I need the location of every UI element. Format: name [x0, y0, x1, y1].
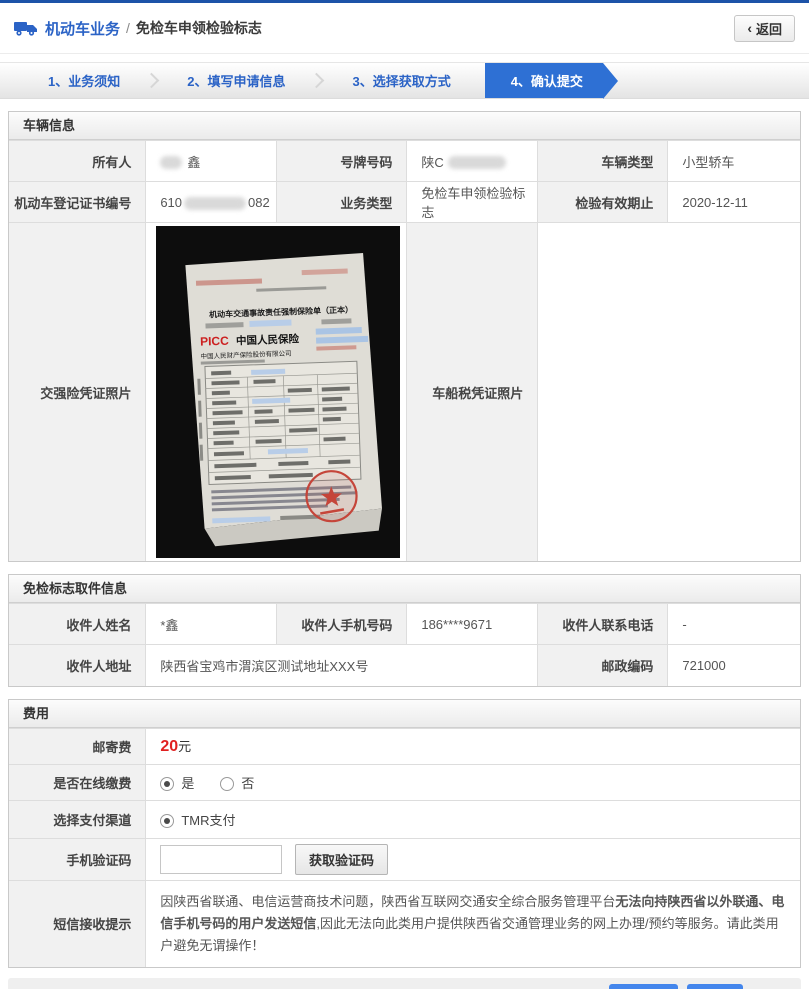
- recipient-address-value: 陕西省宝鸡市渭滨区测试地址XXX号: [145, 644, 539, 686]
- insurance-photo-cell: 机动车交通事故责任强制保险单（正本） PICC 中国人民保险 中国人民财产保险股…: [145, 222, 408, 561]
- vessel-tax-photo-cell-empty: [537, 222, 800, 561]
- table-row: 收件人地址 陕西省宝鸡市渭滨区测试地址XXX号 邮政编码 721000: [9, 644, 800, 686]
- vehicle-info-table: 所有人 鑫 号牌号码 陕C 车辆类型 小型轿车 机动车登记证书编号 610 082…: [9, 140, 800, 561]
- chevron-right-icon: [143, 72, 160, 89]
- pay-channel-options: TMR支付: [145, 799, 800, 839]
- radio-yes-label: 是: [181, 775, 195, 791]
- online-pay-label: 是否在线缴费: [9, 763, 147, 801]
- registration-cert-value: 610 082: [145, 181, 278, 223]
- pickup-info-section: 免检标志取件信息 收件人姓名 *鑫 收件人手机号码 186****9671 收件…: [8, 574, 801, 687]
- recipient-name-label: 收件人姓名: [9, 603, 147, 645]
- vessel-tax-photo-label: 车船税凭证照片: [406, 222, 539, 561]
- owner-label: 所有人: [9, 140, 147, 182]
- vehicle-section-title: 车辆信息: [9, 112, 800, 140]
- valid-until-value: 2020-12-11: [667, 181, 800, 223]
- page-header: 机动车业务 / 免检车申领检验标志 ‹ 返回: [0, 3, 809, 54]
- valid-until-label: 检验有效期止: [537, 181, 669, 223]
- sms-notice-label: 短信接收提示: [9, 879, 147, 967]
- plate-value: 陕C: [406, 140, 539, 182]
- get-sms-code-button[interactable]: 获取验证码: [294, 843, 388, 875]
- redaction-blur: [447, 155, 506, 169]
- breadcrumb-separator: /: [126, 20, 130, 36]
- page-title: 免检车申领检验标志: [135, 20, 262, 36]
- radio-tmr-pay[interactable]: [160, 813, 175, 828]
- radio-no-label: 否: [241, 775, 255, 791]
- table-row: 短信接收提示 因陕西省联通、电信运营商技术问题，陕西省互联网交通安全综合服务管理…: [9, 879, 800, 967]
- redaction-blur: [160, 155, 183, 169]
- breadcrumb-app: 机动车业务: [45, 20, 121, 38]
- step-2-fill-info: 2、填写申请信息: [187, 74, 286, 89]
- radio-yes[interactable]: [160, 776, 175, 791]
- postage-amount: 20: [160, 738, 179, 755]
- table-row: 交强险凭证照片 机动车交通事故责任强制保险单（正本） PICC 中国人民保险 中…: [9, 222, 800, 561]
- back-button[interactable]: ‹ 返回: [734, 14, 795, 42]
- fee-section-title: 费用: [9, 699, 800, 728]
- chevron-right-icon: [309, 72, 325, 89]
- vehicle-type-value: 小型轿车: [667, 140, 800, 182]
- insurance-document-photo: 机动车交通事故责任强制保险单（正本） PICC 中国人民保险 中国人民财产保险股…: [156, 226, 401, 558]
- step-3-pickup-method: 3、选择获取方式: [352, 74, 451, 89]
- footer-actions: 上一步 完成: [8, 977, 801, 989]
- postage-unit: 元: [178, 739, 192, 754]
- step-1-notice: 1、业务须知: [48, 74, 121, 89]
- recipient-mobile-value: 186****9671: [406, 603, 539, 645]
- previous-step-button[interactable]: 上一步: [608, 984, 678, 989]
- fee-table: 邮寄费 20元 是否在线缴费 是否 选择支付渠道 TMR支付 手机验证码 获取验…: [9, 727, 800, 967]
- registration-cert-label: 机动车登记证书编号: [9, 181, 147, 223]
- finish-button[interactable]: 完成: [686, 984, 743, 989]
- table-row: 选择支付渠道 TMR支付: [9, 799, 800, 839]
- wizard-steps: 1、业务须知 2、填写申请信息 3、选择获取方式 4、确认提交: [0, 62, 809, 99]
- radio-no[interactable]: [220, 776, 235, 791]
- postcode-value: 721000: [667, 644, 800, 686]
- recipient-address-label: 收件人地址: [9, 644, 147, 686]
- table-row: 机动车登记证书编号 610 082 业务类型 免检车申领检验标志 检验有效期止 2…: [9, 181, 800, 223]
- table-row: 是否在线缴费 是否: [9, 763, 800, 801]
- postage-label: 邮寄费: [9, 727, 147, 765]
- step-4-confirm-submit-active: 4、确认提交: [484, 63, 619, 99]
- recipient-phone-label: 收件人联系电话: [537, 603, 669, 645]
- owner-value: 鑫: [145, 140, 278, 182]
- sms-notice-text: 因陕西省联通、电信运营商技术问题，陕西省互联网交通安全综合服务管理平台无法向持陕…: [145, 879, 800, 967]
- sms-code-input[interactable]: [160, 844, 283, 874]
- photo-brand-cn: 中国人民保险: [236, 332, 300, 347]
- table-row: 邮寄费 20元: [9, 727, 800, 765]
- table-row: 收件人姓名 *鑫 收件人手机号码 186****9671 收件人联系电话 -: [9, 603, 800, 645]
- sms-code-label: 手机验证码: [9, 837, 147, 881]
- truck-icon: [14, 22, 37, 36]
- pay-channel-label: 选择支付渠道: [9, 799, 147, 839]
- postage-value: 20元: [145, 727, 800, 765]
- fee-section: 费用 邮寄费 20元 是否在线缴费 是否 选择支付渠道 TMR支付 手机验证码 …: [8, 698, 801, 968]
- recipient-mobile-label: 收件人手机号码: [276, 603, 408, 645]
- photo-brand-en: PICC: [200, 334, 229, 349]
- online-pay-options: 是否: [145, 763, 800, 801]
- radio-tmr-pay-label: TMR支付: [181, 812, 236, 828]
- postcode-label: 邮政编码: [537, 644, 669, 686]
- table-row: 手机验证码 获取验证码: [9, 837, 800, 881]
- back-button-label: 返回: [755, 21, 782, 37]
- red-stamp-icon: [305, 470, 358, 523]
- business-type-value: 免检车申领检验标志: [406, 181, 539, 223]
- back-chevron-icon: ‹: [747, 20, 752, 36]
- business-type-label: 业务类型: [276, 181, 408, 223]
- vehicle-type-label: 车辆类型: [537, 140, 669, 182]
- vehicle-info-section: 车辆信息 所有人 鑫 号牌号码 陕C 车辆类型 小型轿车 机动车登记证书编号 6…: [8, 111, 801, 562]
- pickup-section-title: 免检标志取件信息: [9, 575, 800, 603]
- recipient-phone-value: -: [667, 603, 800, 645]
- redaction-blur: [184, 196, 247, 210]
- plate-label: 号牌号码: [276, 140, 408, 182]
- table-row: 所有人 鑫 号牌号码 陕C 车辆类型 小型轿车: [9, 140, 800, 182]
- sms-code-row: 获取验证码: [145, 837, 800, 881]
- pickup-info-table: 收件人姓名 *鑫 收件人手机号码 186****9671 收件人联系电话 - 收…: [9, 603, 800, 686]
- recipient-name-value: *鑫: [145, 603, 278, 645]
- insurance-photo-label: 交强险凭证照片: [9, 222, 147, 561]
